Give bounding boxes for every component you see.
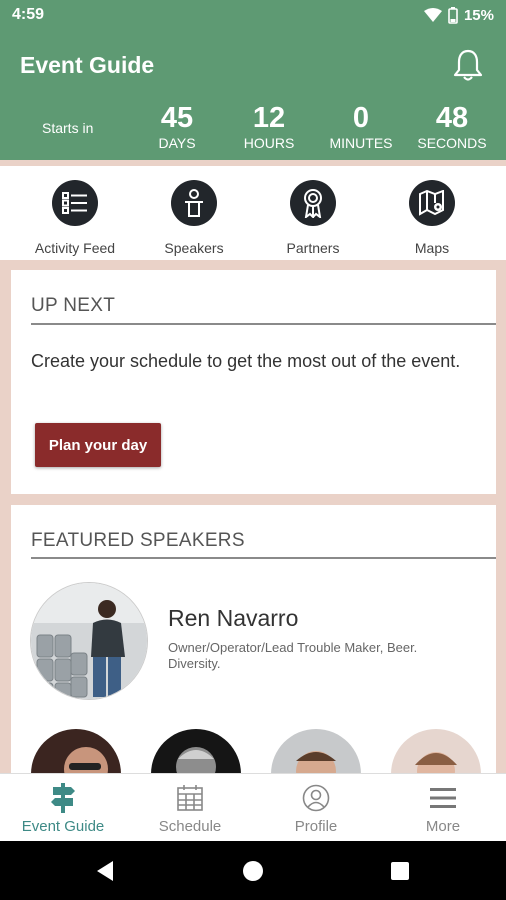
- minutes-label: MINUTES: [329, 135, 393, 151]
- quick-nav-label: Speakers: [164, 240, 224, 256]
- speaker-name[interactable]: Ren Navarro: [168, 605, 298, 632]
- tab-label: Schedule: [158, 818, 222, 835]
- calendar-icon: [127, 782, 253, 814]
- featured-speakers-card: FEATURED SPEAKERS Ren Navarro Owner/Oper…: [11, 505, 496, 775]
- speaker-avatar[interactable]: [151, 729, 241, 775]
- countdown-label: Starts in: [42, 120, 94, 136]
- app-header: Event Guide Starts in 45 DAYS 12 HOURS 0…: [0, 30, 506, 160]
- plan-your-day-button[interactable]: Plan your day: [35, 423, 161, 467]
- quick-nav-label: Partners: [286, 240, 340, 256]
- quick-nav: Activity Feed Speakers Partners Maps: [0, 160, 506, 260]
- bell-icon[interactable]: [452, 48, 484, 82]
- hours-value: 12: [252, 102, 286, 134]
- ribbon-icon: [290, 180, 336, 226]
- countdown-hours: 12 HOURS: [224, 102, 314, 152]
- page-title: Event Guide: [20, 52, 155, 78]
- map-icon: [409, 180, 455, 226]
- up-next-text: Create your schedule to get the most out…: [31, 351, 461, 371]
- quick-nav-speakers[interactable]: Speakers: [134, 180, 254, 256]
- signpost-icon: [0, 782, 126, 814]
- countdown: Starts in 45 DAYS 12 HOURS 0 MINUTES 48 …: [0, 102, 506, 152]
- speaker-avatar[interactable]: [271, 729, 361, 775]
- seconds-label: SECONDS: [417, 135, 487, 151]
- tab-label: Profile: [294, 818, 338, 835]
- speaker-avatar[interactable]: [31, 729, 121, 775]
- quick-nav-partners[interactable]: Partners: [253, 180, 373, 256]
- tab-more[interactable]: More: [380, 782, 506, 835]
- profile-icon: [253, 782, 379, 814]
- speaker-podium-icon: [171, 180, 217, 226]
- menu-icon: [380, 782, 506, 814]
- quick-nav-label: Maps: [414, 240, 450, 256]
- quick-nav-activity-feed[interactable]: Activity Feed: [15, 180, 135, 256]
- quick-nav-label: Activity Feed: [34, 240, 116, 256]
- back-icon[interactable]: [93, 858, 119, 884]
- tab-schedule[interactable]: Schedule: [127, 782, 253, 835]
- featured-speaker-avatar[interactable]: [30, 582, 148, 700]
- up-next-title: UP NEXT: [31, 295, 116, 316]
- divider: [31, 557, 496, 559]
- bottom-nav: Event Guide Schedule Profile More: [0, 773, 506, 841]
- hours-label: HOURS: [243, 135, 295, 151]
- speaker-avatar[interactable]: [391, 729, 481, 775]
- seconds-value: 48: [435, 102, 469, 134]
- days-value: 45: [160, 102, 194, 134]
- tab-profile[interactable]: Profile: [253, 782, 379, 835]
- recents-icon[interactable]: [387, 858, 413, 884]
- status-time: 4:59: [12, 6, 45, 23]
- days-label: DAYS: [158, 135, 196, 151]
- divider: [31, 323, 496, 325]
- speaker-title: Owner/Operator/Lead Trouble Maker, Beer.…: [168, 640, 418, 671]
- system-nav-bar: [0, 841, 506, 900]
- status-icons: 15%: [423, 6, 494, 24]
- tab-event-guide[interactable]: Event Guide: [0, 782, 126, 835]
- countdown-days: 45 DAYS: [132, 102, 222, 152]
- up-next-card: UP NEXT Create your schedule to get the …: [11, 270, 496, 494]
- list-icon: [52, 180, 98, 226]
- countdown-minutes: 0 MINUTES: [316, 102, 406, 152]
- battery-icon: [448, 6, 458, 24]
- home-icon[interactable]: [240, 858, 266, 884]
- battery-level: 15%: [463, 6, 494, 24]
- quick-nav-maps[interactable]: Maps: [372, 180, 492, 256]
- tab-label: More: [425, 818, 461, 835]
- featured-speakers-title: FEATURED SPEAKERS: [31, 530, 245, 551]
- minutes-value: 0: [352, 102, 370, 134]
- tab-label: Event Guide: [21, 818, 105, 835]
- status-bar: 4:59 15%: [0, 0, 506, 30]
- countdown-seconds: 48 SECONDS: [407, 102, 497, 152]
- wifi-icon: [423, 8, 442, 22]
